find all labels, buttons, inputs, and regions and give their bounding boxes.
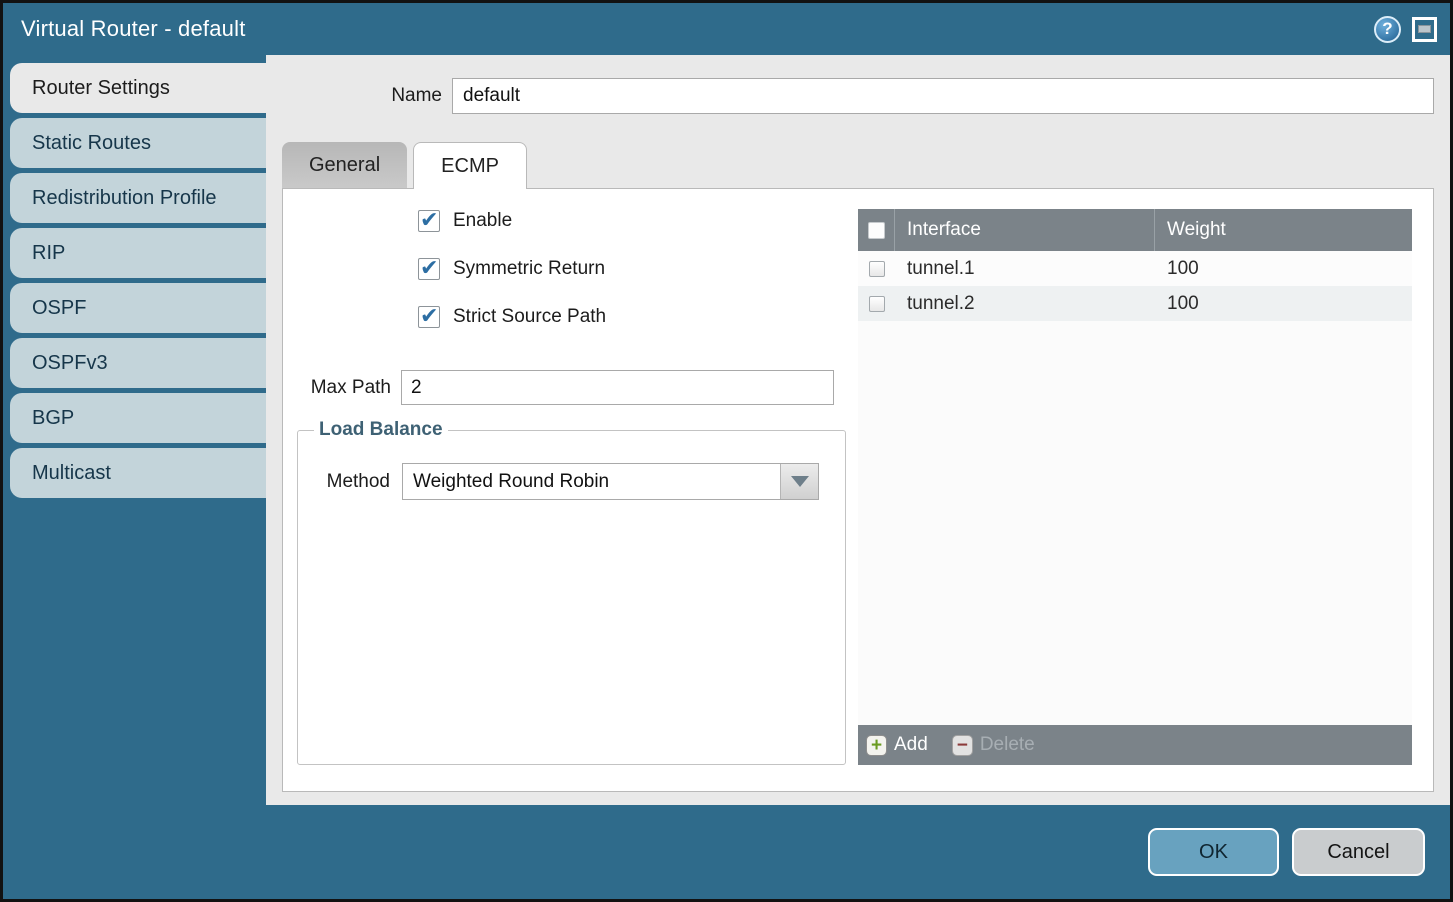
table-empty-area	[858, 321, 1412, 725]
table-header: Interface Weight	[858, 209, 1412, 251]
tab-strip: General ECMP	[282, 142, 1434, 188]
method-dropdown-value: Weighted Round Robin	[403, 464, 780, 499]
max-path-row: Max Path	[297, 370, 850, 405]
header-checkbox-cell	[858, 209, 895, 251]
minus-icon: −	[952, 735, 973, 756]
plus-icon: +	[866, 735, 887, 756]
weight-column-header: Weight	[1155, 209, 1412, 251]
dialog-footer: OK Cancel	[3, 805, 1450, 899]
sidebar-item-bgp[interactable]: BGP	[10, 393, 266, 443]
tab-ecmp[interactable]: ECMP	[413, 142, 527, 189]
window-restore-icon[interactable]	[1412, 17, 1437, 42]
sidebar-item-multicast[interactable]: Multicast	[10, 448, 266, 498]
titlebar-icons: ?	[1374, 16, 1437, 43]
strict-source-path-row: Strict Source Path	[418, 305, 850, 328]
ecmp-settings-column: Enable Symmetric Return Strict Source Pa…	[283, 189, 850, 791]
symmetric-return-label: Symmetric Return	[453, 258, 605, 280]
strict-source-path-checkbox[interactable]	[418, 306, 440, 328]
table-row[interactable]: tunnel.1 100	[858, 251, 1412, 286]
window-restore-icon-bar	[1418, 25, 1431, 33]
sidebar-item-ospfv3[interactable]: OSPFv3	[10, 338, 266, 388]
row-checkbox-cell	[858, 296, 895, 312]
max-path-label: Max Path	[297, 377, 401, 399]
sidebar-item-rip[interactable]: RIP	[10, 228, 266, 278]
name-row: Name	[282, 78, 1434, 114]
ecmp-panel: Enable Symmetric Return Strict Source Pa…	[282, 188, 1434, 792]
chevron-down-icon[interactable]	[780, 464, 818, 499]
interface-column-header: Interface	[895, 209, 1155, 251]
name-input[interactable]	[452, 78, 1434, 114]
weight-cell: 100	[1155, 258, 1412, 280]
interface-cell: tunnel.2	[895, 293, 1155, 315]
delete-button-label: Delete	[980, 734, 1035, 756]
sidebar-item-redistribution-profile[interactable]: Redistribution Profile	[10, 173, 266, 223]
method-label: Method	[310, 471, 402, 493]
interface-table-column: Interface Weight tunnel.1 100	[850, 189, 1433, 791]
title-bar: Virtual Router - default ?	[3, 3, 1450, 55]
delete-button[interactable]: − Delete	[952, 734, 1035, 756]
row-checkbox[interactable]	[869, 296, 885, 312]
cancel-button[interactable]: Cancel	[1292, 828, 1425, 876]
sidebar: Router Settings Static Routes Redistribu…	[3, 55, 266, 805]
load-balance-fieldset: Load Balance Method Weighted Round Robin	[297, 419, 846, 765]
dialog-title: Virtual Router - default	[21, 16, 1374, 42]
interface-cell: tunnel.1	[895, 258, 1155, 280]
interface-table: Interface Weight tunnel.1 100	[858, 209, 1412, 765]
add-button[interactable]: + Add	[866, 734, 928, 756]
enable-label: Enable	[453, 210, 512, 232]
symmetric-return-checkbox[interactable]	[418, 258, 440, 280]
max-path-input[interactable]	[401, 370, 834, 405]
name-label: Name	[282, 85, 452, 107]
row-checkbox[interactable]	[869, 261, 885, 277]
enable-row: Enable	[418, 209, 850, 232]
ok-button[interactable]: OK	[1148, 828, 1279, 876]
load-balance-legend: Load Balance	[314, 419, 448, 441]
tab-general[interactable]: General	[282, 142, 407, 188]
method-dropdown[interactable]: Weighted Round Robin	[402, 463, 819, 500]
symmetric-return-row: Symmetric Return	[418, 257, 850, 280]
method-row: Method Weighted Round Robin	[310, 463, 833, 500]
enable-checkbox[interactable]	[418, 210, 440, 232]
dialog-body: Router Settings Static Routes Redistribu…	[3, 55, 1450, 805]
add-button-label: Add	[894, 734, 928, 756]
sidebar-item-static-routes[interactable]: Static Routes	[10, 118, 266, 168]
strict-source-path-label: Strict Source Path	[453, 306, 606, 328]
help-icon[interactable]: ?	[1374, 16, 1401, 43]
weight-cell: 100	[1155, 293, 1412, 315]
sidebar-item-router-settings[interactable]: Router Settings	[10, 63, 266, 113]
table-row[interactable]: tunnel.2 100	[858, 286, 1412, 321]
row-checkbox-cell	[858, 261, 895, 277]
sidebar-item-ospf[interactable]: OSPF	[10, 283, 266, 333]
table-action-bar: + Add − Delete	[858, 725, 1412, 765]
content-area: Name General ECMP Enable Symmetric Retur…	[266, 55, 1450, 805]
virtual-router-dialog: Virtual Router - default ? Router Settin…	[0, 0, 1453, 902]
select-all-checkbox[interactable]	[868, 222, 885, 239]
